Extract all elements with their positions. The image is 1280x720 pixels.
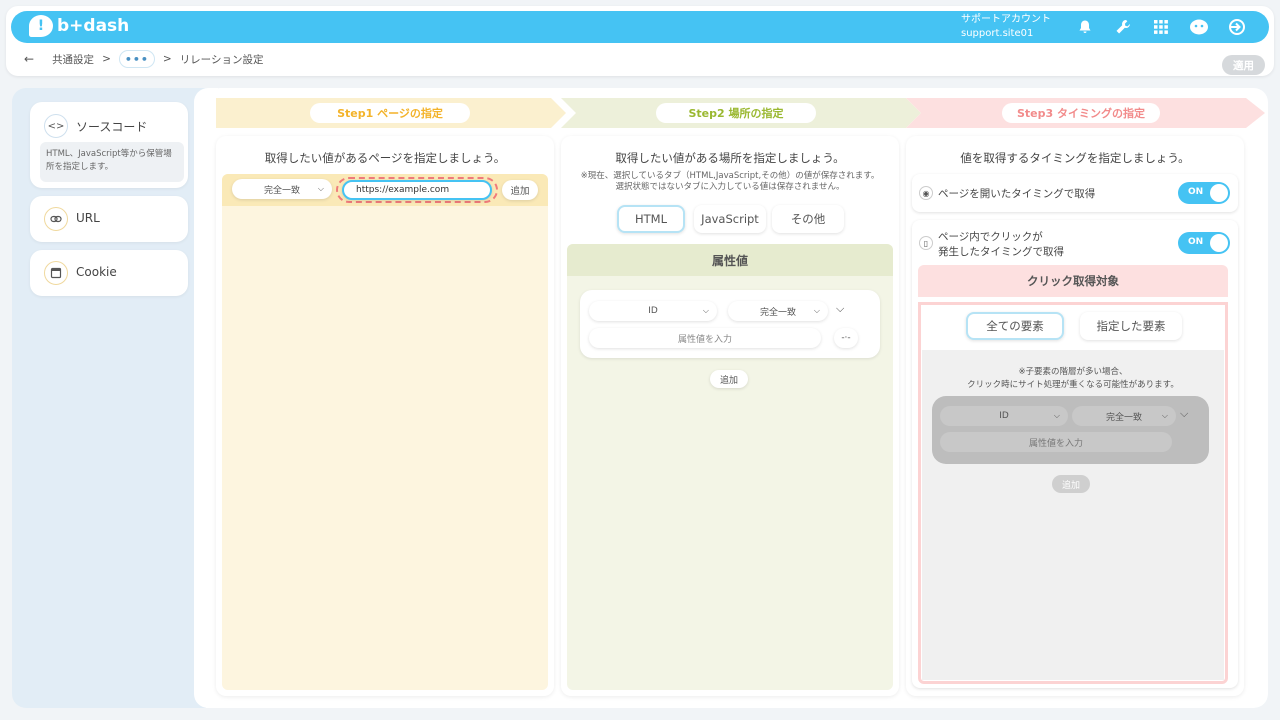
breadcrumb-separator: >	[102, 53, 111, 65]
logo[interactable]: ! b+dash	[29, 15, 129, 37]
click-target-warning: ※子要素の階層が多い場合、 クリック時にサイト処理が重くなる可能性があります。	[922, 366, 1224, 392]
link-icon	[44, 207, 68, 231]
step1-match-select[interactable]: 完全一致 ⌵	[232, 179, 332, 199]
logout-icon[interactable]	[1225, 15, 1249, 39]
timing-click-label: ページ内でクリックが 発生したタイミングで取得	[938, 230, 1064, 260]
step3-attribute-input: 属性値を入力	[940, 432, 1172, 452]
step3-match-value: 完全一致	[1105, 412, 1142, 423]
account-info[interactable]: サポートアカウント support.site01	[961, 13, 1051, 41]
step1-panel: 取得したい値があるページを指定しましょう。 完全一致 ⌵ https://exa…	[216, 136, 554, 696]
grid-icon[interactable]	[1149, 15, 1173, 39]
chevron-down-icon: ⌵	[702, 306, 709, 315]
specified-elements-button[interactable]: 指定した要素	[1080, 312, 1182, 340]
step2-attribute-input[interactable]: 属性値を入力	[589, 328, 821, 348]
chevron-down-icon: ⌵	[1053, 411, 1060, 420]
step1-url-value: https://example.com	[356, 185, 450, 195]
step1-label: Step1 ページの指定	[310, 103, 470, 123]
back-arrow-icon[interactable]: ←	[24, 52, 34, 66]
sidebar-item-source-code[interactable]: <> ソースコード HTML、JavaScript等から保管場所を指定します。	[30, 102, 188, 188]
tab-other[interactable]: その他	[772, 205, 844, 233]
expand-chevron-icon[interactable]: ⌵	[836, 302, 844, 316]
account-label: サポートアカウント	[961, 14, 1051, 25]
mouse-icon: ▯	[919, 236, 933, 250]
step2-label: Step2 場所の指定	[656, 103, 816, 123]
warning-line2: クリック時にサイト処理が重くなる可能性があります。	[967, 380, 1179, 390]
expand-chevron-icon: ⌵	[1180, 407, 1189, 420]
timing-page-open-label: ページを開いたタイミングで取得	[938, 188, 1096, 200]
sidebar-item-label: URL	[76, 211, 100, 225]
step1-match-value: 完全一致	[263, 185, 300, 196]
breadcrumb-separator: >	[162, 53, 172, 65]
chevron-down-icon: ⌵	[317, 184, 324, 193]
tab-javascript[interactable]: JavaScript	[694, 205, 766, 233]
step2-section-header: 属性値	[567, 244, 893, 276]
eye-icon: ◉	[919, 186, 933, 200]
step1-url-input[interactable]: https://example.com	[342, 180, 492, 200]
app-header: ! b+dash サポートアカウント support.site01 ← 共通設定…	[6, 6, 1274, 76]
sidebar-item-url[interactable]: URL	[30, 196, 188, 242]
step3-match-select: 完全一致 ⌵	[1072, 406, 1176, 426]
window-icon	[44, 261, 68, 285]
collapse-icon[interactable]: -‧-	[834, 328, 858, 348]
bell-icon[interactable]	[1073, 15, 1097, 39]
timing-page-open-card: ◉ ページを開いたタイミングで取得 ON	[912, 174, 1238, 212]
breadcrumb-item-common-settings[interactable]: 共通設定	[52, 52, 94, 67]
sidebar-item-description: HTML、JavaScript等から保管場所を指定します。	[40, 142, 184, 182]
step2-title: 取得したい値がある場所を指定しましょう。	[615, 151, 845, 165]
step2-add-button[interactable]: 追加	[710, 370, 748, 388]
tab-html[interactable]: HTML	[617, 205, 685, 233]
logo-bubble-icon: !	[29, 15, 53, 37]
chevron-down-icon: ⌵	[1161, 411, 1168, 420]
step3-id-select: ID ⌵	[940, 406, 1068, 426]
top-nav-bar: ! b+dash サポートアカウント support.site01	[11, 11, 1269, 43]
sidebar-item-cookie[interactable]: Cookie	[30, 250, 188, 296]
toggle-knob	[1210, 234, 1228, 252]
sidebar-desc-text: HTML、JavaScript等から保管場所を指定します。	[46, 149, 172, 172]
step3-label: Step3 タイミングの指定	[1002, 103, 1160, 123]
step3-id-value: ID	[999, 411, 1009, 421]
step3-add-button: 追加	[1052, 475, 1090, 493]
step2-match-value: 完全一致	[759, 307, 796, 318]
breadcrumb: ← 共通設定 > ••• > リレーション設定	[24, 50, 263, 68]
step1-list-area	[222, 174, 548, 690]
warning-line1: ※子要素の階層が多い場合、	[1018, 367, 1128, 377]
toggle-label: ON	[1188, 187, 1204, 197]
step2-match-select[interactable]: 完全一致 ⌵	[728, 301, 828, 321]
timing-click-line1: ページ内でクリックが	[938, 231, 1043, 243]
step2-note2: 選択状態ではないタブに入力している値は保存されません。	[615, 182, 845, 192]
wrench-icon[interactable]	[1111, 15, 1135, 39]
step2-id-select[interactable]: ID ⌵	[589, 301, 717, 321]
toggle-label: ON	[1188, 237, 1204, 247]
step2-note1: ※現在、選択しているタブ（HTML,JavaScript,その他）の値が保存され…	[580, 171, 880, 181]
chevron-down-icon: ⌵	[813, 306, 820, 315]
step2-notes: ※現在、選択しているタブ（HTML,JavaScript,その他）の値が保存され…	[561, 171, 899, 193]
toggle-knob	[1210, 184, 1228, 202]
chat-face-icon[interactable]	[1187, 15, 1211, 39]
all-elements-button[interactable]: 全ての要素	[966, 312, 1064, 340]
step1-add-button[interactable]: 追加	[502, 180, 538, 200]
account-id: support.site01	[961, 28, 1034, 39]
step2-id-value: ID	[648, 306, 658, 316]
timing-page-open-toggle[interactable]: ON	[1178, 182, 1230, 204]
timing-click-toggle[interactable]: ON	[1178, 232, 1230, 254]
click-target-header: クリック取得対象	[918, 265, 1228, 297]
breadcrumb-more-button[interactable]: •••	[118, 50, 155, 68]
sidebar-item-label: Cookie	[76, 265, 117, 279]
step1-title: 取得したい値があるページを指定しましょう。	[264, 151, 506, 165]
code-icon: <>	[44, 114, 68, 138]
step3-title: 値を取得するタイミングを指定しましょう。	[960, 151, 1190, 165]
timing-click-line2: 発生したタイミングで取得	[938, 246, 1064, 258]
logo-text: b+dash	[57, 16, 130, 36]
sidebar-item-label: ソースコード	[76, 120, 148, 134]
breadcrumb-item-relation-settings: リレーション設定	[179, 53, 264, 66]
apply-button[interactable]: 適用	[1222, 55, 1265, 75]
